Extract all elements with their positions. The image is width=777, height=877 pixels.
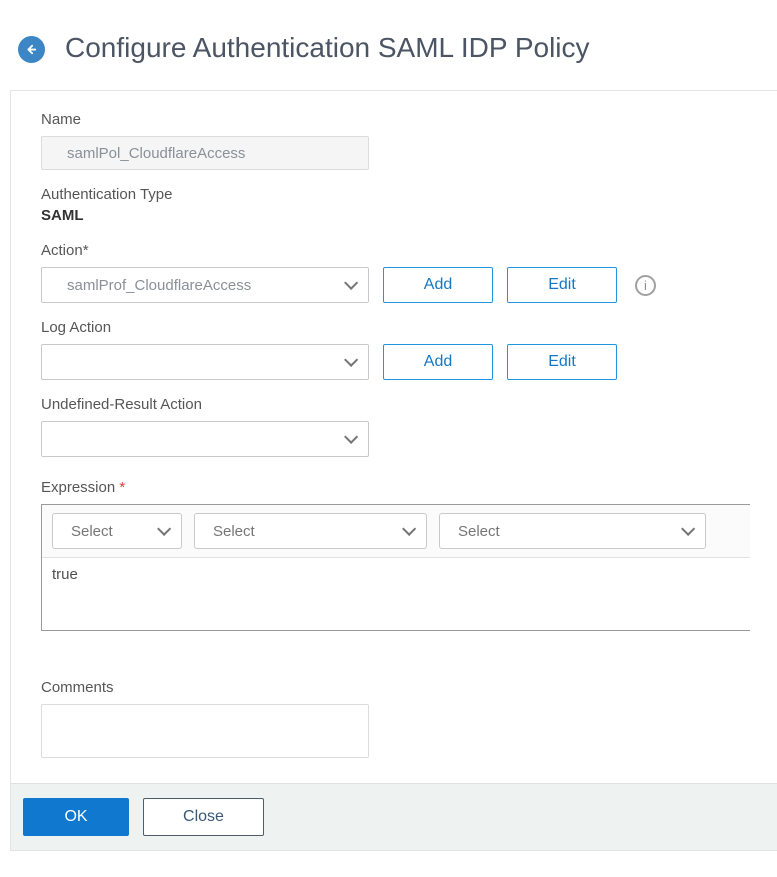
back-button[interactable] — [18, 36, 45, 63]
chevron-down-icon — [681, 521, 696, 536]
log-action-label: Log Action — [41, 319, 112, 336]
expression-select-1-value: Select — [71, 522, 113, 540]
expression-select-2[interactable]: Select — [194, 513, 427, 549]
comments-field-group: Comments — [41, 679, 777, 763]
page-header: Configure Authentication SAML IDP Policy — [0, 0, 777, 90]
close-button[interactable]: Close — [143, 798, 264, 836]
auth-type-group: Authentication Type SAML — [41, 186, 777, 224]
form-panel: Name Authentication Type SAML Action* sa… — [10, 90, 777, 851]
auth-type-value: SAML — [41, 207, 84, 224]
action-select-value: samlProf_CloudflareAccess — [67, 276, 252, 294]
action-field-group: Action* samlProf_CloudflareAccess Add Ed… — [41, 242, 777, 303]
name-field-group: Name — [41, 111, 777, 170]
expression-select-3[interactable]: Select — [439, 513, 706, 549]
auth-type-label: Authentication Type — [41, 186, 173, 203]
log-action-edit-button[interactable]: Edit — [507, 344, 617, 380]
action-select[interactable]: samlProf_CloudflareAccess — [41, 267, 369, 303]
chevron-down-icon — [344, 275, 359, 290]
log-action-field-group: Log Action Add Edit — [41, 319, 777, 380]
ok-button[interactable]: OK — [23, 798, 129, 836]
action-edit-button[interactable]: Edit — [507, 267, 617, 303]
expression-editor: Select Select Select true — [41, 504, 750, 631]
info-icon[interactable]: i — [635, 274, 656, 296]
log-action-add-button[interactable]: Add — [383, 344, 493, 380]
comments-textarea[interactable] — [41, 704, 369, 758]
comments-label: Comments — [41, 679, 114, 696]
action-label: Action* — [41, 242, 89, 259]
required-asterisk: * — [119, 479, 126, 496]
undefined-result-select[interactable] — [41, 421, 369, 457]
expression-field-group: Expression * Select Select Select true — [41, 479, 777, 631]
expression-label: Expression * — [41, 479, 777, 496]
back-arrow-icon — [24, 42, 39, 57]
expression-toolbar: Select Select Select — [42, 505, 750, 558]
chevron-down-icon — [157, 521, 172, 536]
undefined-result-label: Undefined-Result Action — [41, 396, 202, 413]
expression-select-1[interactable]: Select — [52, 513, 182, 549]
chevron-down-icon — [344, 352, 359, 367]
name-input — [41, 136, 369, 170]
page-title: Configure Authentication SAML IDP Policy — [65, 32, 590, 63]
expression-text-area[interactable]: true — [42, 558, 750, 630]
chevron-down-icon — [402, 521, 417, 536]
name-label: Name — [41, 111, 82, 128]
log-action-select[interactable] — [41, 344, 369, 380]
undefined-result-field-group: Undefined-Result Action — [41, 396, 777, 457]
expression-label-text: Expression — [41, 479, 116, 496]
action-add-button[interactable]: Add — [383, 267, 493, 303]
form-footer: OK Close — [11, 783, 777, 851]
chevron-down-icon — [344, 429, 359, 444]
expression-select-3-value: Select — [458, 522, 500, 540]
expression-select-2-value: Select — [213, 522, 255, 540]
